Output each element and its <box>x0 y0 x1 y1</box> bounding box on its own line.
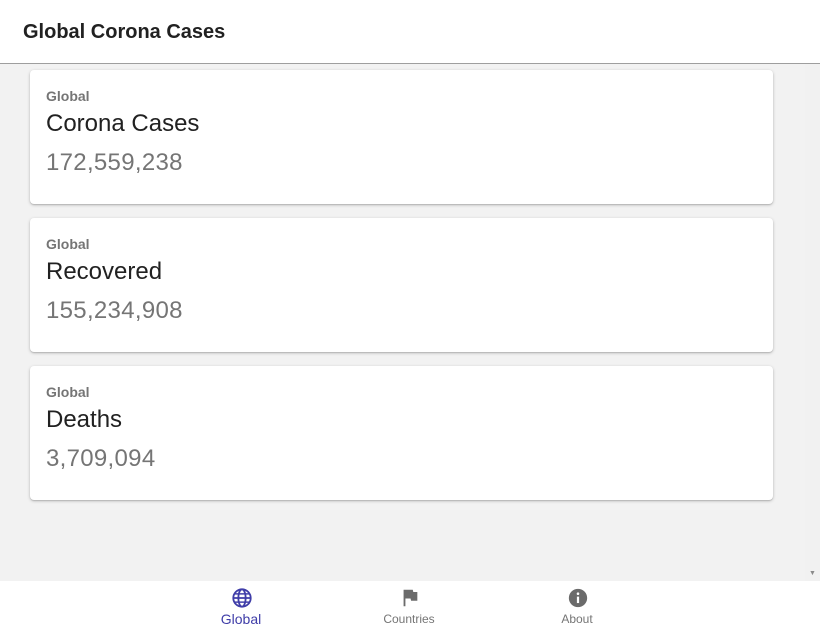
page-title: Global Corona Cases <box>23 21 226 43</box>
card-value: 155,234,908 <box>46 297 183 324</box>
globe-icon <box>232 588 252 608</box>
vertical-scrollbar[interactable]: ▼ <box>805 64 820 581</box>
card-value: 3,709,094 <box>46 445 156 472</box>
card-recovered: Global Recovered 155,234,908 <box>30 218 773 352</box>
card-overline: Global <box>46 384 90 400</box>
nav-label-global: Global <box>220 611 262 627</box>
card-overline: Global <box>46 236 90 252</box>
nav-label-countries: Countries <box>383 612 435 626</box>
scroll-down-arrow-icon[interactable]: ▼ <box>805 569 820 579</box>
card-overline: Global <box>46 88 90 104</box>
nav-item-countries[interactable]: Countries <box>325 581 493 637</box>
nav-item-global[interactable]: Global <box>157 581 325 637</box>
flag-icon <box>403 589 418 607</box>
app-bar: Global Corona Cases <box>0 0 820 64</box>
bottom-navigation: Global Countries About <box>0 581 820 637</box>
nav-label-about: About <box>561 612 593 626</box>
card-title: Deaths <box>46 406 123 433</box>
card-corona-cases: Global Corona Cases 172,559,238 <box>30 70 773 204</box>
card-deaths: Global Deaths 3,709,094 <box>30 366 773 500</box>
card-value: 172,559,238 <box>46 149 183 176</box>
info-icon <box>568 588 588 608</box>
scrollbar-thumb[interactable] <box>808 66 817 556</box>
card-title: Recovered <box>46 258 163 285</box>
nav-item-about[interactable]: About <box>493 581 661 637</box>
app-root: Global Corona Cases Global Corona Cases … <box>0 0 820 637</box>
main-content[interactable]: Global Corona Cases 172,559,238 Global R… <box>0 64 805 581</box>
card-title: Corona Cases <box>46 110 200 137</box>
